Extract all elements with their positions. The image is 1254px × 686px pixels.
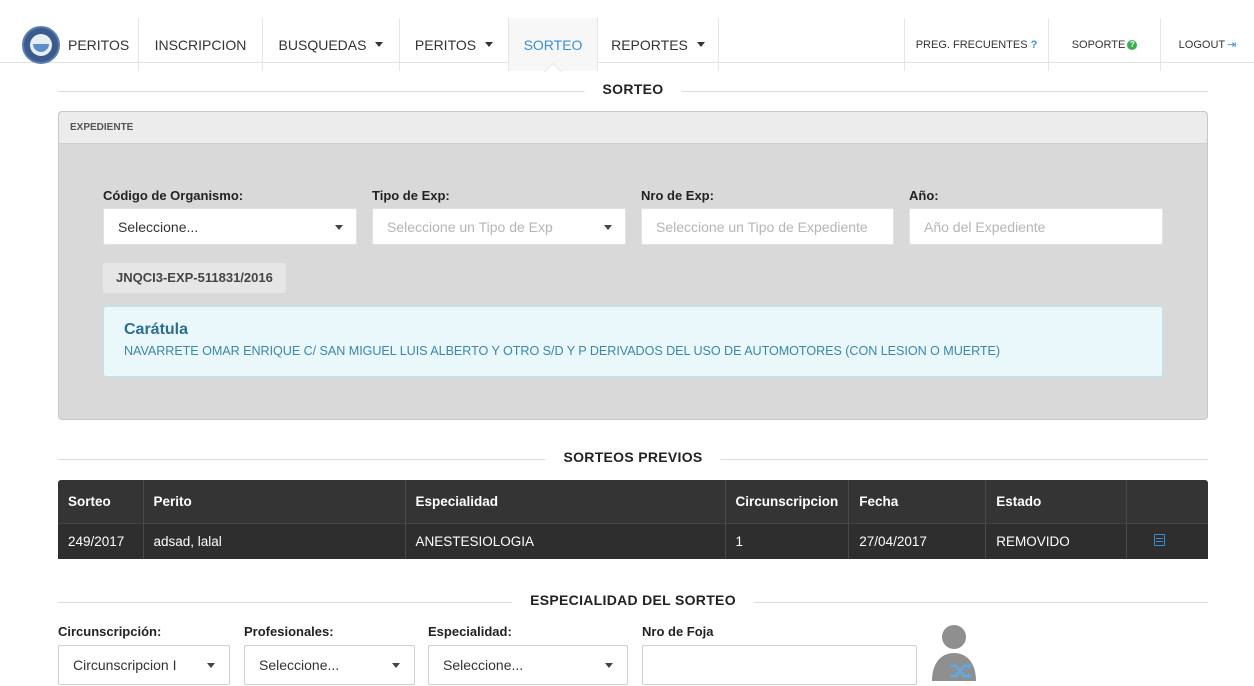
sorteos-previos-table: Sorteo Perito Especialidad Circunscripci… <box>58 480 1208 559</box>
caret-down-icon <box>605 663 613 668</box>
foja-input[interactable] <box>642 645 917 685</box>
nav-soporte[interactable]: SOPORTE ? <box>1049 18 1161 71</box>
caret-down-icon <box>392 663 400 668</box>
nav-peritos-label: PERITOS <box>414 36 477 53</box>
document-icon[interactable] <box>1154 533 1166 546</box>
caret-down-icon <box>696 42 705 47</box>
profesionales-label: Profesionales: <box>244 624 334 639</box>
cell-especialidad: ANESTESIOLOGIA <box>405 522 726 559</box>
expediente-tag: JNQCI3-EXP-511831/2016 <box>103 263 286 293</box>
cell-perito: adsad, lalal <box>143 522 406 559</box>
nav-reportes-label: REPORTES <box>611 36 688 53</box>
cell-actions <box>1126 522 1208 559</box>
col-sorteo: Sorteo <box>58 480 144 523</box>
col-estado: Estado <box>985 480 1128 523</box>
tipo-select[interactable]: Seleccione un Tipo de Exp <box>372 208 626 245</box>
sorteos-previos-label: SORTEOS PREVIOS <box>545 449 721 465</box>
caret-down-icon <box>375 42 384 47</box>
nav-busquedas-label: BUSQUEDAS <box>278 36 367 53</box>
foja-label: Nro de Foja <box>642 624 714 639</box>
nav-logout[interactable]: LOGOUT ⇥ <box>1161 18 1254 71</box>
col-fecha: Fecha <box>848 480 987 523</box>
top-navbar: PERITOS INSCRIPCION BUSQUEDAS PERITOS SO… <box>0 0 1254 72</box>
anio-input[interactable]: Año del Expediente <box>909 208 1163 245</box>
brand-label: PERITOS <box>68 36 130 53</box>
nro-input[interactable]: Seleccione un Tipo de Expediente <box>641 208 894 245</box>
col-actions <box>1127 480 1208 523</box>
page-title: SORTEO <box>58 81 1208 101</box>
profesionales-select[interactable]: Seleccione... <box>244 645 415 685</box>
nav-faq-label: PREG. FRECUENTES <box>915 38 1028 51</box>
nav-inscripcion[interactable]: INSCRIPCION <box>139 18 263 71</box>
especialidad-select[interactable]: Seleccione... <box>428 645 628 685</box>
nav-reportes[interactable]: REPORTES <box>598 18 719 71</box>
nav-brand[interactable]: PERITOS <box>0 18 139 71</box>
anio-label: Año: <box>909 188 939 203</box>
especialidad-title-label: ESPECIALIDAD DEL SORTEO <box>512 592 754 608</box>
caret-down-icon <box>485 42 494 47</box>
nro-label: Nro de Exp: <box>641 188 714 203</box>
col-circunscripcion: Circunscripcion <box>725 480 850 523</box>
col-perito: Perito <box>143 480 406 523</box>
nav-sorteo[interactable]: SORTEO <box>509 18 598 72</box>
caret-down-icon <box>207 663 215 668</box>
circunscripcion-select[interactable]: Circunscripcion I <box>58 645 230 685</box>
circunscripcion-label: Circunscripción: <box>58 624 162 639</box>
sorteos-previos-title: SORTEOS PREVIOS <box>58 449 1208 469</box>
nav-peritos[interactable]: PERITOS <box>400 18 509 71</box>
caret-down-icon <box>335 225 343 230</box>
codigo-label: Código de Organismo: <box>103 188 244 203</box>
nro-input-placeholder: Seleccione un Tipo de Expediente <box>656 218 868 235</box>
table-row: 249/2017 adsad, lalal ANESTESIOLOGIA 1 2… <box>58 522 1208 559</box>
circunscripcion-select-value: Circunscripcion I <box>73 657 177 673</box>
table-header-row: Sorteo Perito Especialidad Circunscripci… <box>58 480 1208 523</box>
cell-estado: REMOVIDO <box>985 522 1128 559</box>
logout-icon: ⇥ <box>1227 39 1237 51</box>
user-shuffle-icon <box>932 625 976 681</box>
expediente-header: EXPEDIENTE <box>59 112 1207 144</box>
nav-faq[interactable]: PREG. FRECUENTES ? <box>905 18 1049 71</box>
cell-fecha: 27/04/2017 <box>848 522 987 559</box>
profesionales-select-value: Seleccione... <box>259 657 340 673</box>
nav-spacer <box>719 18 905 71</box>
cell-circunscripcion: 1 <box>725 522 850 559</box>
help-circle-icon: ? <box>1127 39 1138 50</box>
codigo-select[interactable]: Seleccione... <box>103 208 357 245</box>
tipo-select-placeholder: Seleccione un Tipo de Exp <box>387 218 553 235</box>
nav-busquedas[interactable]: BUSQUEDAS <box>263 18 400 71</box>
anio-input-placeholder: Año del Expediente <box>924 218 1046 235</box>
nav-logout-label: LOGOUT <box>1178 38 1226 51</box>
caratula-box: Carátula NAVARRETE OMAR ENRIQUE C/ SAN M… <box>103 306 1163 377</box>
nav-soporte-label: SOPORTE <box>1071 38 1126 51</box>
expediente-panel: EXPEDIENTE Código de Organismo: Seleccio… <box>58 111 1208 420</box>
brand-logo-icon <box>22 25 60 64</box>
especialidad-label: Especialidad: <box>428 624 512 639</box>
nav-sorteo-label: SORTEO <box>523 36 583 53</box>
caret-down-icon <box>604 225 612 230</box>
nav-inscripcion-label: INSCRIPCION <box>154 36 247 53</box>
col-especialidad: Especialidad <box>405 480 726 523</box>
caratula-title: Carátula <box>124 321 189 338</box>
page-title-label: SORTEO <box>584 81 682 97</box>
question-icon: ? <box>1030 38 1038 51</box>
tipo-label: Tipo de Exp: <box>372 188 450 203</box>
sortear-button[interactable] <box>928 624 980 681</box>
cell-sorteo: 249/2017 <box>58 522 144 559</box>
especialidad-title: ESPECIALIDAD DEL SORTEO <box>58 592 1208 612</box>
codigo-select-value: Seleccione... <box>118 218 199 235</box>
caratula-text: NAVARRETE OMAR ENRIQUE C/ SAN MIGUEL LUI… <box>124 344 1001 358</box>
especialidad-select-value: Seleccione... <box>443 657 524 673</box>
